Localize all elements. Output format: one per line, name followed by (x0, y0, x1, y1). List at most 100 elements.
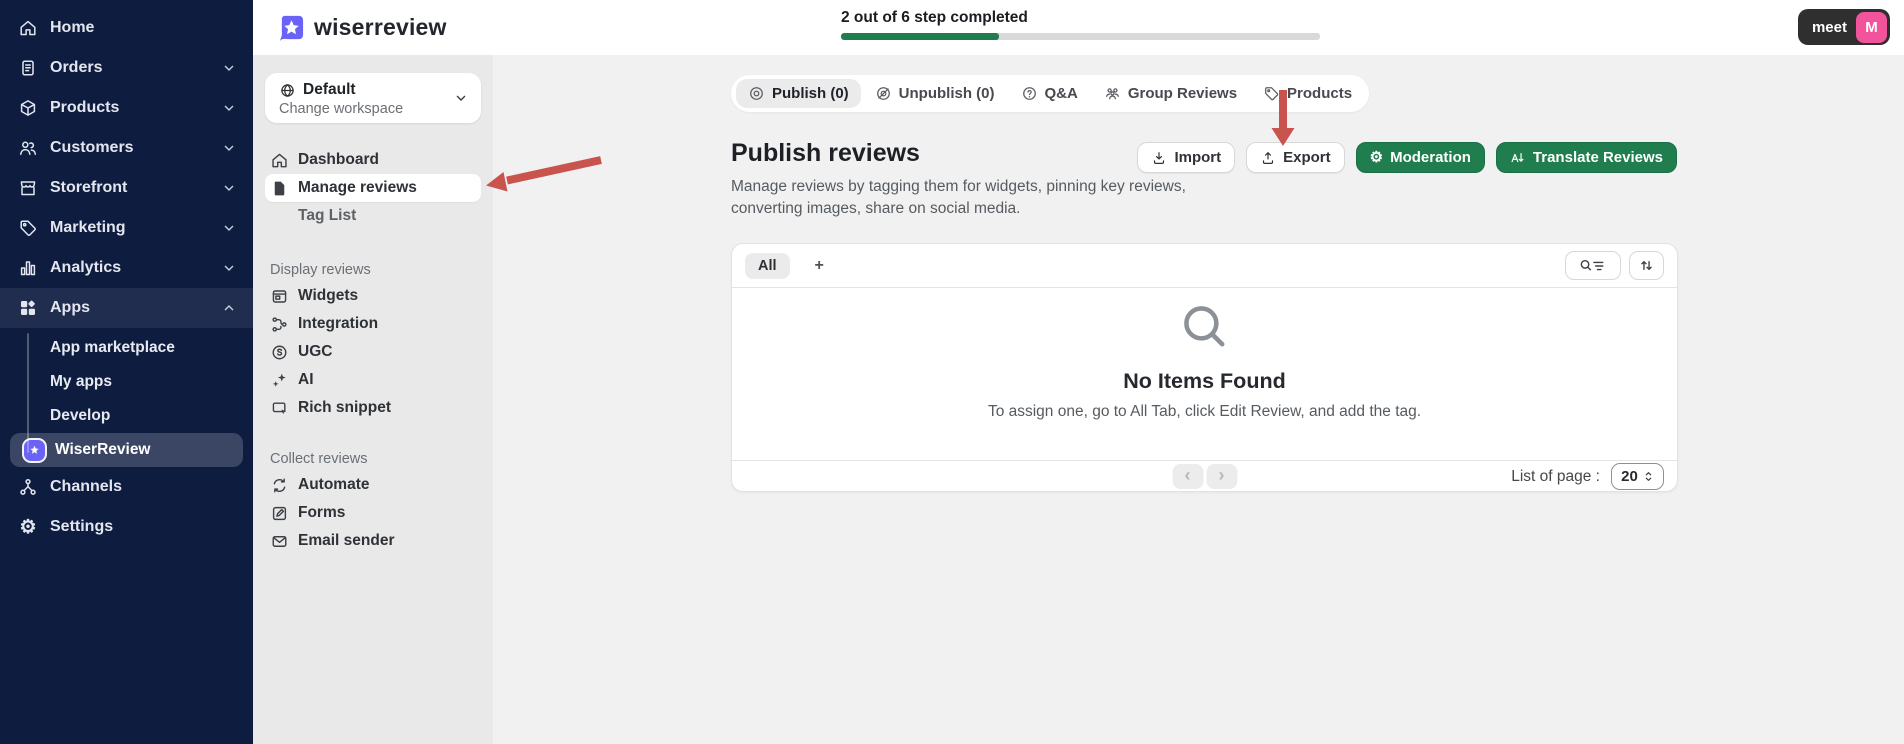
chevron-down-icon (221, 220, 237, 236)
nav-item-tag-list[interactable]: Tag List (265, 202, 481, 230)
pagination-controls: ‹ › (1172, 464, 1237, 489)
nav-item-manage-reviews[interactable]: Manage reviews (265, 174, 481, 202)
tab-label: Products (1287, 85, 1352, 102)
home-icon (18, 18, 38, 38)
file-icon (270, 179, 289, 198)
chevron-down-icon (453, 90, 469, 106)
page-size-label: List of page : (1511, 468, 1600, 486)
stepper-carets-icon (1643, 469, 1654, 484)
sidebar-item-settings[interactable]: ⚙ Settings (0, 507, 253, 547)
settings-gear-icon: ⚙ (18, 517, 38, 537)
sidebar-item-label: Storefront (50, 179, 127, 197)
user-menu[interactable]: meet M (1798, 9, 1890, 45)
sidebar-item-orders[interactable]: Orders (0, 48, 253, 88)
dashboard-icon (270, 151, 289, 170)
sidebar-item-develop[interactable]: Develop (0, 399, 253, 433)
channels-icon (18, 477, 38, 497)
orders-icon (18, 58, 38, 78)
sidebar-item-label: Customers (50, 139, 134, 157)
nav-item-rich-snippet[interactable]: Rich snippet (265, 394, 481, 422)
sidebar-item-channels[interactable]: Channels (0, 467, 253, 507)
tab-label: Publish (0) (772, 85, 849, 102)
integration-icon (270, 315, 289, 334)
sidebar-item-label: Develop (50, 407, 110, 425)
add-tab-button[interactable]: + (815, 257, 824, 275)
nav-item-dashboard[interactable]: Dashboard (265, 146, 481, 174)
tab-publish[interactable]: Publish (0) (736, 79, 861, 108)
user-name: meet (1812, 19, 1847, 36)
next-page-button[interactable]: › (1206, 464, 1237, 489)
nav-item-email-sender[interactable]: Email sender (265, 527, 481, 555)
page-size-stepper[interactable]: 20 (1611, 463, 1664, 490)
ai-sparkles-icon (270, 371, 289, 390)
rich-snippet-icon (270, 399, 289, 418)
export-button[interactable]: Export (1246, 142, 1345, 173)
globe-icon (279, 82, 296, 99)
nav-item-integration[interactable]: Integration (265, 310, 481, 338)
button-label: Export (1283, 149, 1331, 166)
nav-item-label: Email sender (298, 532, 395, 550)
sidebar-item-home[interactable]: Home (0, 8, 253, 48)
sort-icon (1638, 257, 1655, 274)
nav-item-label: Automate (298, 476, 369, 494)
apps-icon (18, 298, 38, 318)
translate-reviews-button[interactable]: Translate Reviews (1496, 142, 1677, 173)
sidebar-item-app-marketplace[interactable]: App marketplace (0, 331, 253, 365)
section-label-collect-reviews: Collect reviews (265, 449, 481, 469)
prev-page-button[interactable]: ‹ (1172, 464, 1203, 489)
widgets-icon (270, 287, 289, 306)
nav-item-forms[interactable]: Forms (265, 499, 481, 527)
progress-track (841, 33, 1320, 40)
sidebar-item-wiserreview[interactable]: WiserReview (10, 433, 243, 467)
gear-icon: ⚙ (1370, 150, 1383, 165)
empty-state: No Items Found To assign one, go to All … (732, 288, 1677, 460)
app-header: wiserreview 2 out of 6 step completed me… (253, 0, 1904, 55)
filter-tab-all[interactable]: All (745, 253, 790, 279)
tab-label: Group Reviews (1128, 85, 1237, 102)
tab-unpublish[interactable]: Unpublish (0) (863, 79, 1007, 108)
button-label: Import (1174, 149, 1221, 166)
workspace-switcher[interactable]: Default Change workspace (265, 73, 481, 123)
import-button[interactable]: Import (1137, 142, 1235, 173)
card-footer: ‹ › List of page : 20 (732, 460, 1677, 492)
tab-qa[interactable]: Q&A (1009, 79, 1090, 108)
sidebar-item-apps[interactable]: Apps (0, 288, 253, 328)
empty-state-hint: To assign one, go to All Tab, click Edit… (988, 403, 1421, 421)
moderation-button[interactable]: ⚙ Moderation (1356, 142, 1485, 173)
nav-item-automate[interactable]: Automate (265, 471, 481, 499)
email-icon (270, 532, 289, 551)
automate-sync-icon (270, 476, 289, 495)
sort-button[interactable] (1629, 251, 1664, 280)
customers-icon (18, 138, 38, 158)
nav-item-label: Rich snippet (298, 399, 391, 417)
storefront-icon (18, 178, 38, 198)
sidebar-item-label: Channels (50, 478, 122, 496)
tab-products[interactable]: Products (1251, 79, 1364, 108)
nav-item-label: Manage reviews (298, 179, 417, 197)
products-icon (18, 98, 38, 118)
workspace-name: Default (303, 81, 356, 99)
nav-item-ugc[interactable]: UGC (265, 338, 481, 366)
progress-fill (841, 33, 999, 40)
admin-sidebar: Home Orders Products Customers Storefron… (0, 0, 253, 744)
search-filter-button[interactable] (1565, 251, 1621, 280)
sidebar-item-marketing[interactable]: Marketing (0, 208, 253, 248)
sidebar-item-label: WiserReview (55, 441, 151, 459)
app-title: wiserreview (314, 14, 447, 41)
translate-icon (1510, 150, 1526, 166)
sidebar-item-storefront[interactable]: Storefront (0, 168, 253, 208)
sidebar-item-my-apps[interactable]: My apps (0, 365, 253, 399)
progress-label: 2 out of 6 step completed (841, 9, 1320, 27)
nav-item-label: Integration (298, 315, 378, 333)
page-description: Manage reviews by tagging them for widge… (731, 176, 1236, 220)
tab-group-reviews[interactable]: Group Reviews (1092, 79, 1249, 108)
forms-icon (270, 504, 289, 523)
sidebar-item-analytics[interactable]: Analytics (0, 248, 253, 288)
sidebar-item-customers[interactable]: Customers (0, 128, 253, 168)
sidebar-item-products[interactable]: Products (0, 88, 253, 128)
nav-item-ai[interactable]: AI (265, 366, 481, 394)
sidebar-item-label: My apps (50, 373, 112, 391)
nav-item-label: Dashboard (298, 151, 379, 169)
nav-item-label: Widgets (298, 287, 358, 305)
nav-item-widgets[interactable]: Widgets (265, 282, 481, 310)
